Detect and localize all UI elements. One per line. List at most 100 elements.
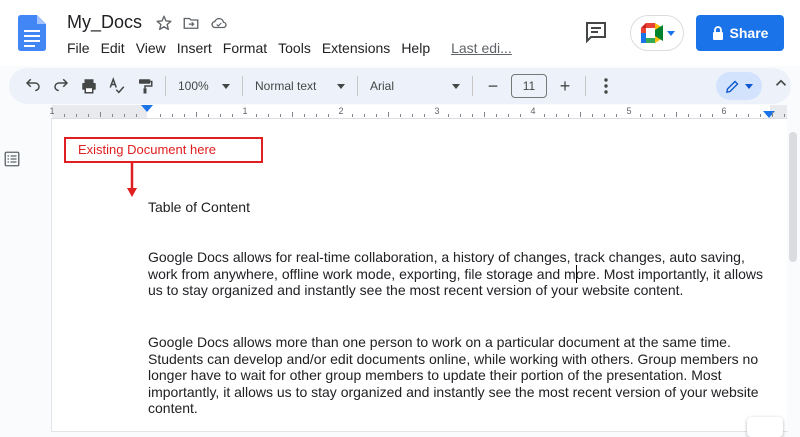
annotation-label: Existing Document here: [64, 137, 263, 163]
vertical-scrollbar-thumb[interactable]: [789, 132, 797, 262]
docs-logo-icon[interactable]: [18, 15, 46, 51]
right-indent-marker[interactable]: [763, 111, 775, 118]
menu-bar: File Edit View Insert Format Tools Exten…: [67, 40, 523, 56]
ruler-number: 2: [338, 106, 344, 116]
document-paragraph[interactable]: Google Docs allows for real-time collabo…: [148, 249, 776, 299]
ruler-tick: [676, 112, 677, 117]
font-select[interactable]: Arial: [364, 72, 466, 100]
ruler-tick: [88, 114, 89, 117]
text-cursor: [576, 265, 577, 283]
undo-button[interactable]: [19, 72, 47, 100]
move-to-folder-icon[interactable]: [182, 14, 200, 32]
ruler-number: 5: [626, 106, 632, 116]
share-button[interactable]: Share: [696, 15, 784, 51]
menu-file[interactable]: File: [67, 40, 90, 56]
document-title[interactable]: My_Docs: [67, 12, 142, 33]
meet-button[interactable]: [630, 15, 684, 51]
paint-format-icon: [139, 79, 153, 94]
ruler-tick: [292, 112, 293, 117]
menu-tools[interactable]: Tools: [278, 40, 311, 56]
ruler-tick: [316, 114, 317, 117]
ruler-number: 6: [721, 106, 727, 116]
collapse-menus-icon[interactable]: [772, 74, 790, 92]
ruler-tick: [700, 114, 701, 117]
explore-button[interactable]: [747, 417, 783, 437]
ruler-tick: [688, 114, 689, 117]
caret-down-icon: [745, 83, 753, 89]
redo-icon: [54, 78, 69, 92]
ruler-tick: [352, 114, 353, 117]
left-indent-marker[interactable]: [141, 105, 153, 112]
ruler-tick: [580, 112, 581, 117]
menu-help[interactable]: Help: [401, 40, 430, 56]
menu-edit[interactable]: Edit: [101, 40, 125, 56]
ruler-tick: [280, 114, 281, 117]
paragraph-style-value: Normal text: [255, 79, 317, 93]
ruler-tick: [400, 114, 401, 117]
cloud-status-icon[interactable]: [209, 14, 229, 32]
ruler-tick: [100, 112, 101, 117]
last-edit-link[interactable]: Last edi...: [451, 40, 512, 56]
ruler-tick: [748, 114, 749, 117]
ruler-tick: [64, 114, 65, 117]
document-outline-icon[interactable]: [3, 150, 21, 168]
redo-button[interactable]: [47, 72, 75, 100]
menu-view[interactable]: View: [136, 40, 166, 56]
ruler-tick: [664, 114, 665, 117]
increase-font-size-button[interactable]: +: [551, 72, 579, 100]
lock-icon: [712, 26, 723, 40]
paint-format-button[interactable]: [131, 72, 159, 100]
ruler-tick: [388, 112, 389, 117]
toolbar-divider: [357, 76, 358, 96]
annotation-arrow-icon: [127, 163, 137, 197]
ruler-tick: [184, 114, 185, 117]
toolbar-divider: [165, 76, 166, 96]
ruler-tick: [124, 114, 125, 117]
ruler-tick: [232, 114, 233, 117]
ruler-tick: [640, 114, 641, 117]
zoom-select[interactable]: 100%: [172, 72, 236, 100]
comment-history-icon[interactable]: [584, 20, 608, 44]
document-paragraph[interactable]: Google Docs allows more than one person …: [148, 334, 776, 417]
toolbar-divider: [585, 76, 586, 96]
more-options-button[interactable]: [592, 72, 620, 100]
ruler: 1 1 2 3 4 5 6: [0, 105, 800, 119]
ruler-tick: [256, 114, 257, 117]
ruler-tick: [568, 114, 569, 117]
share-label: Share: [729, 25, 769, 41]
ruler-tick: [556, 114, 557, 117]
undo-icon: [25, 78, 40, 92]
star-icon[interactable]: [155, 14, 173, 32]
toolbar-divider: [472, 76, 473, 96]
ruler-tick: [472, 114, 473, 117]
more-vert-icon: [604, 78, 608, 94]
document-heading[interactable]: Table of Content: [148, 199, 250, 215]
app-header: My_Docs File Edit View Insert Format Too…: [0, 0, 800, 66]
decrease-font-size-button[interactable]: −: [479, 72, 507, 100]
editing-mode-button[interactable]: [716, 72, 762, 100]
spellcheck-button[interactable]: [103, 72, 131, 100]
menu-extensions[interactable]: Extensions: [322, 40, 390, 56]
menu-insert[interactable]: Insert: [177, 40, 212, 56]
ruler-number: 3: [434, 106, 440, 116]
ruler-tick: [544, 114, 545, 117]
toolbar-divider: [242, 76, 243, 96]
ruler-tick: [364, 114, 365, 117]
ruler-tick: [172, 114, 173, 117]
ruler-tick: [496, 114, 497, 117]
chevron-down-icon: [667, 30, 675, 36]
ruler-tick: [652, 114, 653, 117]
font-size-input[interactable]: 11: [511, 74, 547, 98]
ruler-number: 1: [49, 106, 55, 116]
meet-icon: [641, 23, 663, 43]
paragraph-style-select[interactable]: Normal text: [249, 72, 351, 100]
ruler-tick: [592, 114, 593, 117]
ruler-tick: [712, 114, 713, 117]
caret-down-icon: [452, 83, 460, 89]
ruler-tick: [760, 114, 761, 117]
print-button[interactable]: [75, 72, 103, 100]
ruler-tick: [76, 114, 77, 117]
menu-format[interactable]: Format: [223, 40, 267, 56]
ruler-tick: [508, 114, 509, 117]
ruler-tick: [784, 114, 785, 117]
